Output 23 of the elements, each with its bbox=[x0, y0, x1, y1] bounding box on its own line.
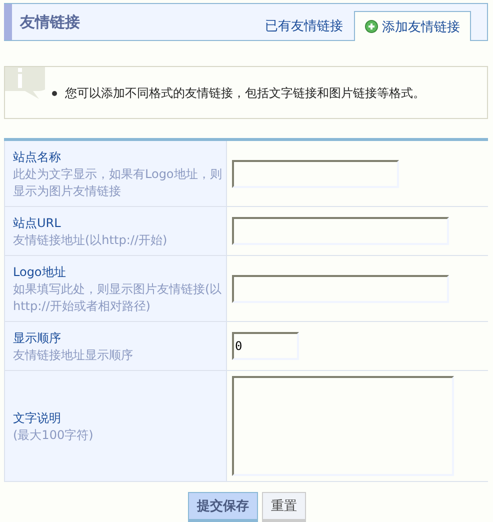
field-label: 站点URL bbox=[13, 215, 62, 232]
bullet-icon bbox=[52, 91, 57, 96]
input-field[interactable] bbox=[232, 217, 449, 245]
plus-icon bbox=[365, 20, 378, 33]
form-button[interactable]: 重置 bbox=[262, 492, 306, 522]
field-hint: 此处为文字显示，如果有Logo地址，则显示为图片友情链接 bbox=[13, 166, 222, 200]
field-hint: 如果填写此处，则显示图片友情链接(以http://开始或者相对路径) bbox=[13, 281, 222, 315]
input-field[interactable] bbox=[232, 160, 399, 188]
page-title: 友情链接 bbox=[4, 4, 80, 40]
field-hint: (最大100字符) bbox=[13, 427, 94, 444]
input-field[interactable] bbox=[232, 274, 449, 302]
text-area[interactable] bbox=[232, 376, 454, 476]
field-label: 显示顺序 bbox=[13, 330, 62, 347]
field-label: Logo地址 bbox=[13, 264, 67, 281]
tab[interactable]: 已有友情链接 bbox=[254, 10, 354, 41]
field-hint: 友情链接地址显示顺序 bbox=[13, 347, 134, 364]
field-label: 站点名称 bbox=[13, 149, 62, 166]
field-label: 文字说明 bbox=[13, 410, 62, 427]
form-button[interactable]: 提交保存 bbox=[188, 492, 258, 522]
input-field[interactable]: 0 bbox=[232, 332, 299, 360]
field-hint: 友情链接地址(以http://开始) bbox=[13, 232, 168, 249]
tab[interactable]: 添加友情链接 bbox=[354, 11, 471, 41]
notice-text: 您可以添加不同格式的友情链接，包括文字链接和图片链接等格式。 bbox=[65, 85, 425, 102]
